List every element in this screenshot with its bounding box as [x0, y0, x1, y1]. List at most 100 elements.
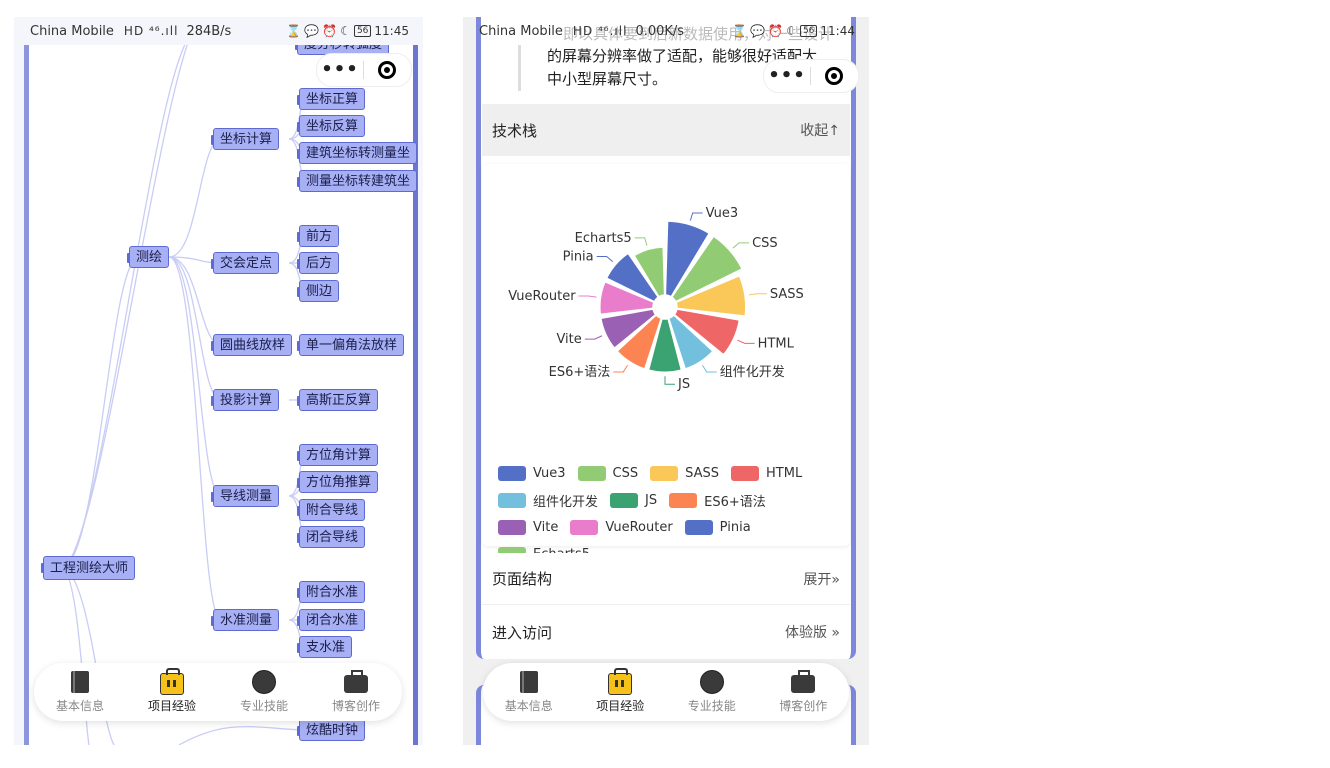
chat-icon: 💬 — [304, 24, 320, 38]
collapse-button[interactable]: 收起↑ — [800, 120, 840, 140]
mindmap-group-node[interactable]: 圆曲线放样 — [210, 334, 293, 356]
mindmap-node-level1[interactable]: 测绘 — [126, 246, 170, 268]
quote-bar — [518, 45, 521, 91]
mindmap-leaf-node[interactable]: 方位角推算 — [296, 471, 379, 493]
mindmap-leaf-node[interactable]: 附合导线 — [296, 499, 366, 521]
legend-swatch — [731, 466, 760, 481]
mindmap-leaf-node[interactable]: 支水准 — [296, 636, 353, 658]
label-line — [596, 255, 614, 263]
visit-row[interactable]: 进入访问 体验版 » — [482, 606, 850, 658]
close-miniprogram-button[interactable] — [364, 61, 410, 79]
mindmap-leaf-node[interactable]: 单一偏角法放样 — [296, 334, 405, 356]
tab-label: 基本信息 — [504, 699, 553, 713]
mindmap-screen: China Mobile HD ⁴⁶.ıll 284B/s ⌛ 💬 ⏰ ☾ 56… — [14, 17, 423, 745]
mindmap-group-node[interactable]: 坐标计算 — [210, 128, 280, 150]
miniprogram-capsule: ••• — [763, 59, 859, 93]
mindmap-leaf-node[interactable]: 建筑坐标转测量坐 — [296, 142, 418, 164]
legend-item[interactable]: HTML — [731, 464, 802, 483]
ball-icon — [252, 670, 276, 694]
page-structure-row[interactable]: 页面结构 展开» — [482, 553, 850, 605]
status-bar: China Mobile HD ⁴⁶.ıll 0.00K/s ⌛ 💬 ⏰ ☾ 5… — [463, 17, 869, 45]
mindmap-group-node[interactable]: 投影计算 — [210, 389, 280, 411]
mindmap-leaf-node[interactable]: 坐标反算 — [296, 115, 366, 137]
label-line — [664, 376, 675, 385]
mindmap-leaf-node[interactable]: 侧边 — [296, 280, 340, 302]
slice-label: JS — [677, 377, 690, 392]
legend-swatch — [498, 493, 526, 508]
mindmap-leaf-node[interactable]: 高斯正反算 — [296, 389, 379, 411]
legend-swatch — [498, 520, 526, 535]
miniprogram-capsule: ••• — [316, 53, 412, 87]
tab-label: 项目经验 — [147, 699, 196, 713]
tab-project-experience[interactable]: 项目经验 — [126, 663, 218, 721]
tab-skills[interactable]: 专业技能 — [218, 663, 310, 721]
tab-skills[interactable]: 专业技能 — [666, 663, 758, 721]
box-icon — [344, 670, 368, 693]
legend-item[interactable]: ES6+语法 — [669, 491, 766, 510]
legend-item[interactable]: Vue3 — [498, 464, 566, 483]
tech-stack-header[interactable]: 技术栈 收起↑ — [482, 104, 850, 156]
legend-swatch — [684, 520, 713, 535]
mindmap-leaf-node[interactable]: 测量坐标转建筑坐 — [296, 170, 418, 192]
slice-label: ES6+语法 — [549, 365, 611, 380]
mindmap-leaf-node[interactable]: 前方 — [296, 225, 340, 247]
slice-label: 组件化开发 — [720, 364, 785, 380]
mindmap-group-node[interactable]: 导线测量 — [210, 485, 280, 507]
expand-button[interactable]: 展开» — [803, 569, 840, 589]
more-button[interactable]: ••• — [764, 66, 810, 86]
legend-item[interactable]: SASS — [650, 464, 719, 483]
ball-icon — [699, 670, 724, 694]
trial-version-link[interactable]: 体验版 » — [785, 622, 840, 642]
moon-icon: ☾ — [340, 24, 351, 38]
mindmap-canvas[interactable]: 度分秒转弧度 工程测绘大师 测绘 坐标计算 坐标正算 坐标反算 建筑坐标转测量坐… — [24, 17, 418, 745]
slice-label: Echarts5 — [575, 231, 632, 246]
legend-item[interactable]: 组件化开发 — [498, 491, 598, 510]
chart-legend: Vue3 CSS SASS HTML 组件化开发 JS ES6+语法 Vite VueRoute… — [498, 464, 848, 564]
network-indicator: HD ⁴⁶.ıll — [123, 24, 179, 38]
tab-basic-info[interactable]: 基本信息 — [483, 663, 575, 721]
more-button[interactable]: ••• — [317, 60, 363, 80]
carrier-label: China Mobile — [479, 23, 563, 39]
tab-project-experience[interactable]: 项目经验 — [575, 663, 667, 721]
battery-icon: 56 — [799, 25, 818, 37]
tab-blog[interactable]: 博客创作 — [758, 663, 850, 721]
legend-item[interactable]: Pinia — [684, 518, 751, 537]
tab-basic-info[interactable]: 基本信息 — [34, 663, 126, 721]
status-time: 11:44 — [820, 24, 855, 38]
tab-label: 博客创作 — [779, 699, 828, 713]
chat-icon: 💬 — [750, 24, 766, 38]
legend-label: HTML — [766, 466, 803, 481]
label-line — [613, 364, 629, 373]
mindmap-group-node[interactable]: 水准测量 — [210, 609, 280, 631]
legend-item[interactable]: JS — [610, 491, 657, 510]
mindmap-leaf-node[interactable]: 后方 — [296, 252, 340, 274]
briefcase-icon — [160, 668, 184, 695]
bottom-tab-bar: 基本信息 项目经验 专业技能 博客创作 — [483, 663, 849, 721]
mindmap-node-partial-bottom[interactable]: 炫酷时钟 — [296, 719, 366, 741]
legend-label: Vue3 — [533, 466, 566, 481]
mindmap-leaf-node[interactable]: 闭合导线 — [296, 526, 366, 548]
slice-label: Vite — [556, 332, 581, 347]
tab-blog[interactable]: 博客创作 — [310, 663, 402, 721]
legend-item[interactable]: CSS — [577, 464, 639, 483]
legend-swatch — [610, 493, 639, 508]
mindmap-leaf-node[interactable]: 闭合水准 — [296, 609, 366, 631]
section-title: 进入访问 — [492, 623, 553, 642]
close-miniprogram-button[interactable] — [811, 67, 857, 85]
legend-label: CSS — [612, 466, 639, 481]
book-icon — [71, 671, 89, 693]
mindmap-leaf-node[interactable]: 方位角计算 — [296, 444, 379, 466]
legend-item[interactable]: VueRouter — [570, 518, 673, 537]
mindmap-root-node[interactable]: 工程测绘大师 — [40, 556, 136, 580]
mindmap-leaf-node[interactable]: 附合水准 — [296, 581, 366, 603]
network-indicator: HD ⁴⁶.ıll — [572, 24, 628, 38]
status-time: 11:45 — [374, 24, 409, 38]
book-icon — [519, 671, 538, 693]
network-speed: 0.00K/s — [635, 23, 685, 39]
mindmap-leaf-node[interactable]: 坐标正算 — [296, 88, 366, 110]
legend-item[interactable]: Vite — [498, 518, 558, 537]
status-bar: China Mobile HD ⁴⁶.ıll 284B/s ⌛ 💬 ⏰ ☾ 56… — [14, 17, 423, 45]
mindmap-group-node[interactable]: 交会定点 — [210, 252, 280, 274]
carrier-label: China Mobile — [30, 23, 114, 39]
legend-label: SASS — [685, 466, 720, 481]
